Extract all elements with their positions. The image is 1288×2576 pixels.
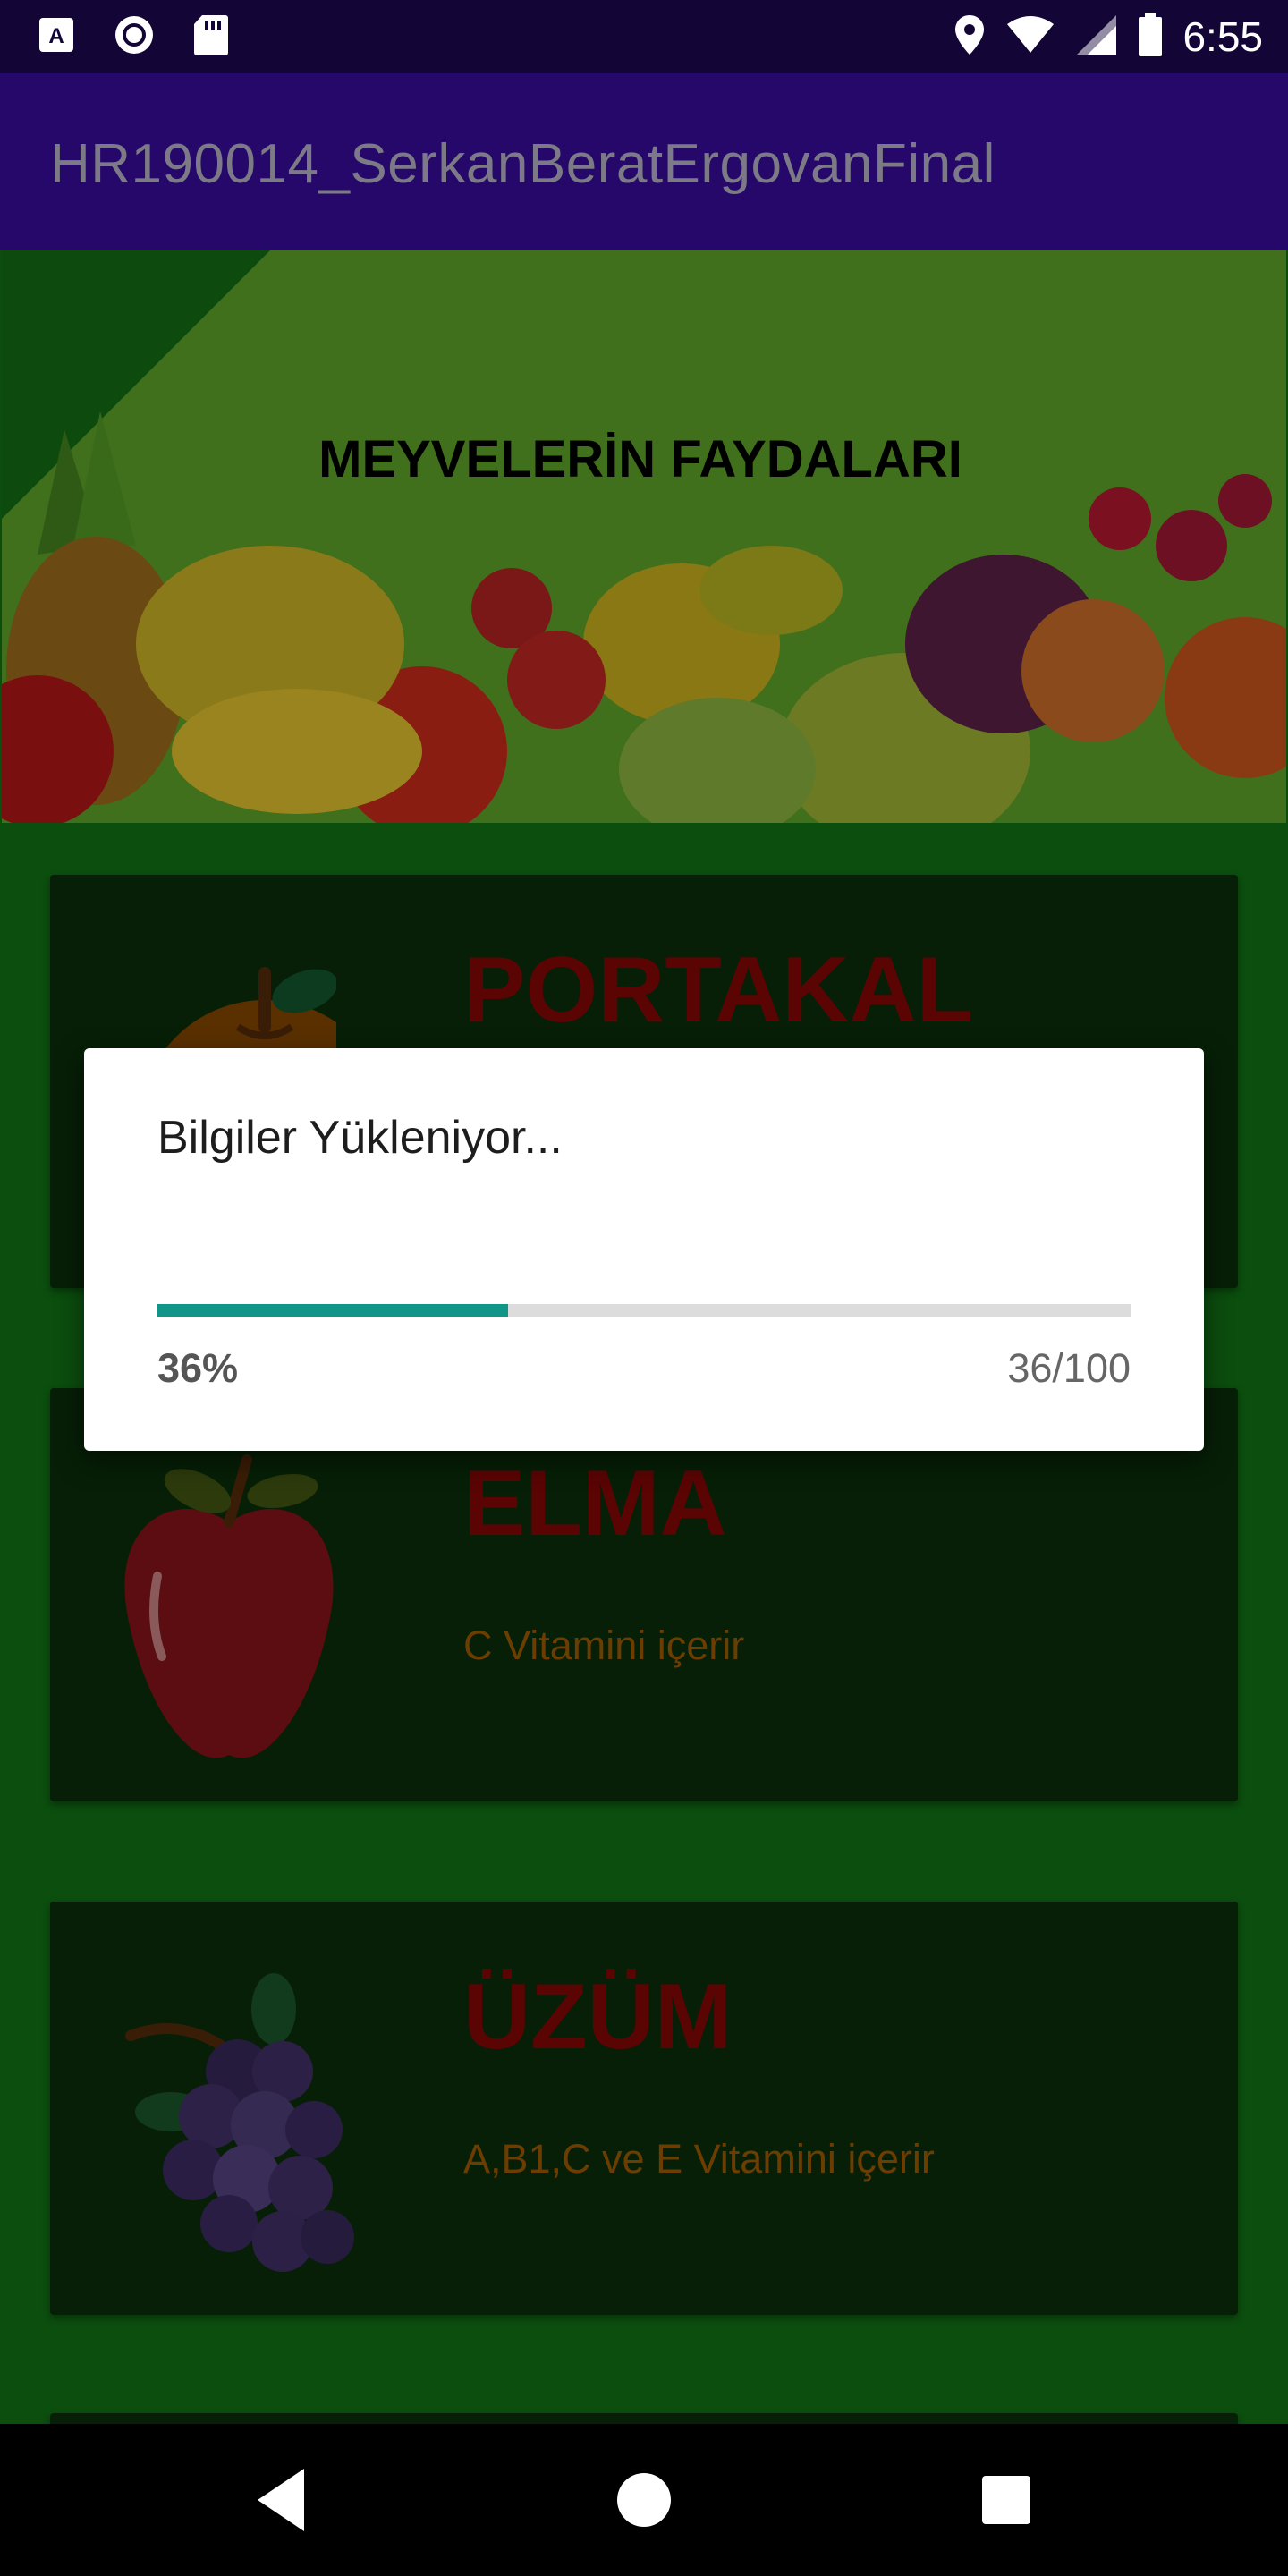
progress-percent: 36% — [157, 1345, 239, 1391]
card-title: PORTAKAL — [463, 938, 974, 1042]
recents-icon[interactable] — [966, 2460, 1046, 2540]
card-description: C Vitamini içerir — [463, 1623, 745, 1668]
back-icon[interactable] — [242, 2460, 322, 2540]
home-icon[interactable] — [604, 2460, 684, 2540]
radio-icon — [113, 13, 156, 61]
signal-icon — [1075, 13, 1118, 61]
app-title: HR190014_SerkanBeratErgovanFinal — [50, 133, 996, 195]
sd-card-icon — [193, 13, 229, 61]
location-icon — [953, 13, 986, 61]
progress-dialog: Bilgiler Yükleniyor... 36% 36/100 — [84, 1048, 1204, 1451]
card-title: ELMA — [463, 1452, 727, 1555]
card-title: ÜZÜM — [463, 1965, 733, 2069]
fruit-banner-illustration — [2, 250, 1286, 823]
fruit-card-uzum[interactable]: ÜZÜM A,B1,C ve E Vitamini içerir — [50, 1902, 1238, 2315]
banner-title: MEYVELERİN FAYDALARI — [318, 430, 962, 488]
card-description: A,B1,C ve E Vitamini içerir — [463, 2136, 935, 2182]
grapes-icon — [125, 1973, 354, 2272]
progress-count: 36/100 — [1007, 1345, 1131, 1391]
svg-text:A: A — [48, 24, 64, 48]
status-bar: A 6:55 — [0, 0, 1288, 73]
a-badge-icon: A — [38, 16, 75, 58]
apple-icon — [124, 1454, 334, 1758]
progress-bar — [157, 1304, 1131, 1317]
progress-bar-fill — [157, 1304, 508, 1317]
status-time: 6:55 — [1182, 13, 1263, 60]
battery-icon — [1138, 12, 1163, 62]
navigation-bar — [0, 2424, 1288, 2576]
banner-image: MEYVELERİN FAYDALARI — [2, 250, 1286, 823]
wifi-icon — [1005, 15, 1055, 59]
app-bar: HR190014_SerkanBeratErgovanFinal — [0, 73, 1288, 250]
dialog-message: Bilgiler Yükleniyor... — [157, 1112, 563, 1164]
